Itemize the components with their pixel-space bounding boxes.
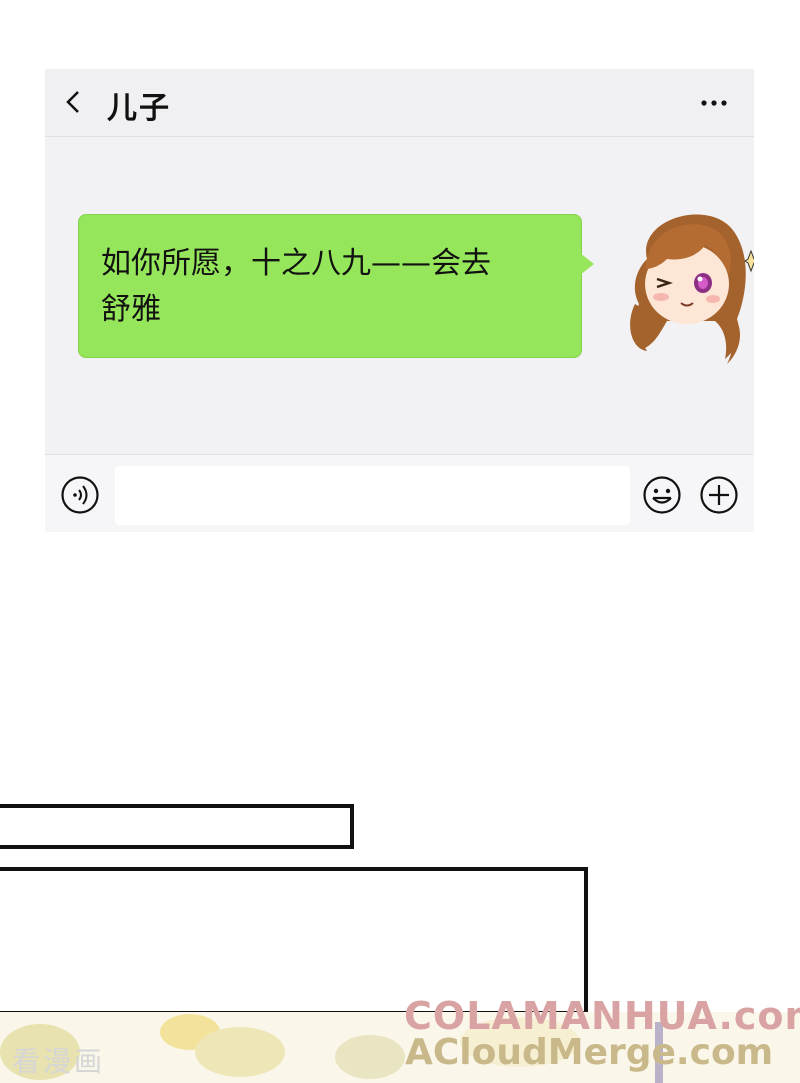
plus-icon[interactable] <box>699 475 739 515</box>
message-input[interactable] <box>115 466 630 525</box>
comic-panel-box-large <box>0 867 588 1015</box>
chat-header: 儿子 <box>45 69 754 137</box>
avatar[interactable] <box>617 199 754 371</box>
message-bubble[interactable]: 如你所愿，十之八九——会去 舒雅 <box>78 214 582 358</box>
message-text-line2: 舒雅 <box>101 292 161 327</box>
watermark-acloudmerge: ACloudMerge.com <box>405 1032 774 1073</box>
comic-panel-box-small <box>0 804 354 849</box>
message-text-line1: 如你所愿，十之八九——会去 <box>101 246 491 281</box>
voice-icon[interactable] <box>60 475 100 515</box>
chevron-left-icon[interactable] <box>63 89 83 115</box>
bubble-tail <box>580 253 594 275</box>
chat-window: 儿子 如你所愿，十之八九——会去 舒雅 <box>45 69 754 532</box>
watermark-kanmanhua: 看漫画 <box>12 1045 106 1078</box>
more-dots-icon[interactable] <box>700 99 728 107</box>
chat-title: 儿子 <box>107 91 171 126</box>
input-bar <box>45 454 754 532</box>
emoji-icon[interactable] <box>642 475 682 515</box>
